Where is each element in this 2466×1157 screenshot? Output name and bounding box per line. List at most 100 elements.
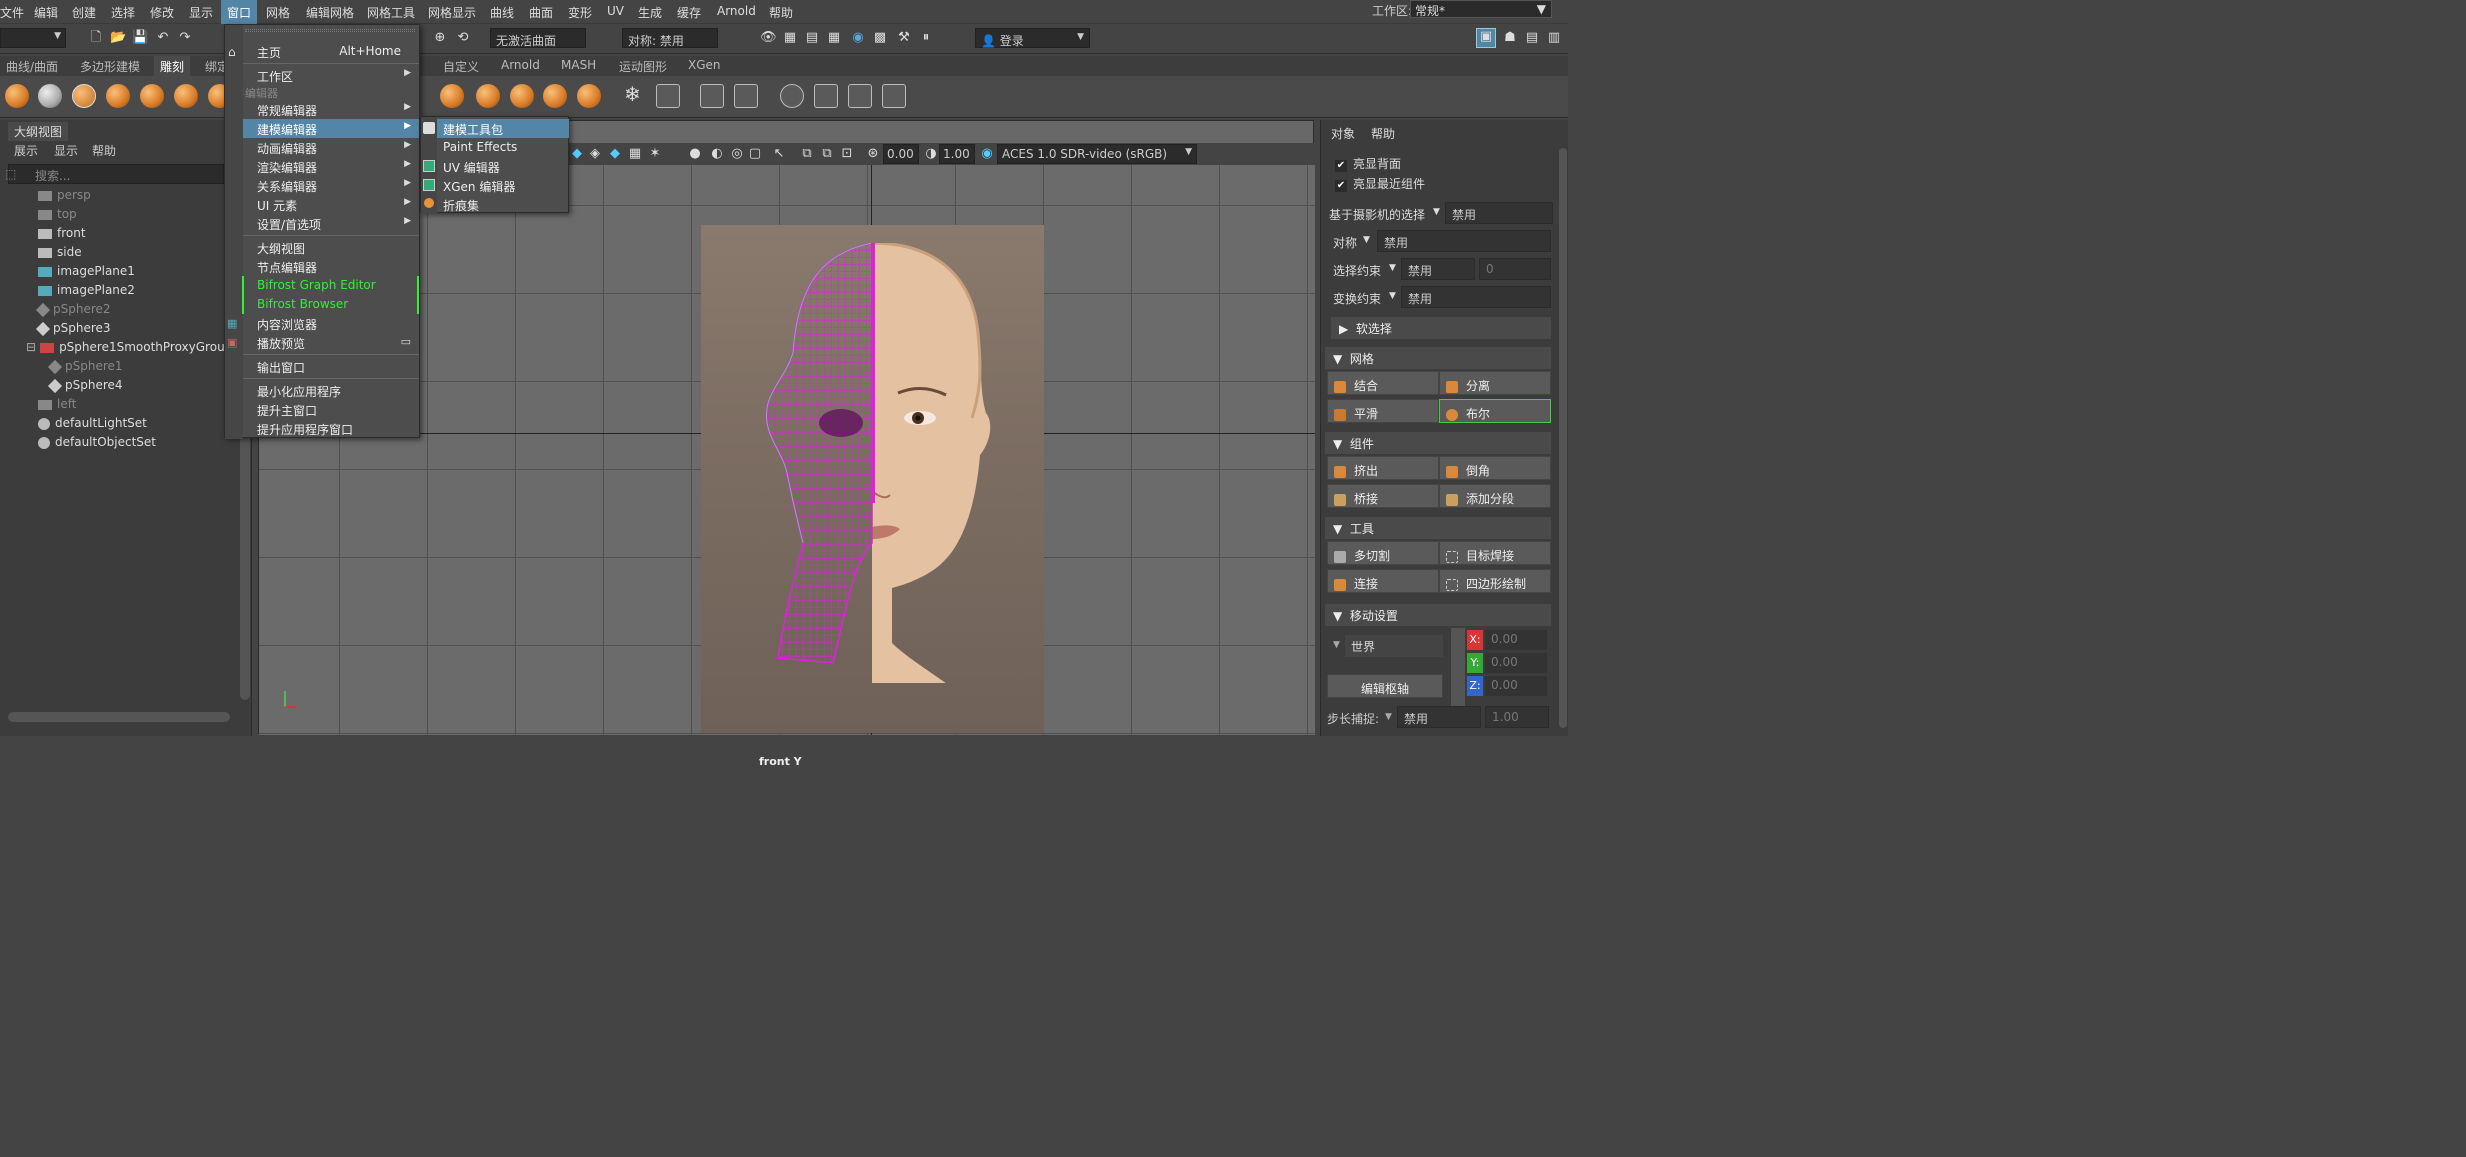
wireframe-shaded-icon[interactable]: ◆ — [569, 146, 585, 162]
login-select[interactable]: 👤 登录 ▼ — [975, 28, 1090, 48]
list-item[interactable]: imagePlane1 — [38, 264, 135, 282]
scrape-tool-icon[interactable] — [510, 84, 534, 108]
submenu-item-paint-effects[interactable]: Paint Effects — [437, 138, 569, 157]
target-weld-button[interactable]: 目标焊接 — [1439, 541, 1551, 565]
nearest-checkbox[interactable]: ✔ 亮显最近组件 — [1335, 175, 1557, 197]
tools-section[interactable]: ▼ 工具 — [1325, 517, 1551, 539]
layers-icon[interactable] — [814, 84, 838, 108]
mode-select[interactable]: ▼ — [0, 28, 66, 48]
list-item[interactable]: side — [38, 245, 82, 263]
shelf-tab-arnold[interactable]: Arnold — [501, 58, 540, 72]
menu-uv[interactable]: UV — [607, 4, 624, 18]
new-scene-icon[interactable]: 🗋 — [88, 30, 104, 46]
menu-item-bifrost-graph-editor[interactable]: Bifrost Graph Editor — [243, 276, 419, 295]
panel-scrollbar[interactable] — [1559, 148, 1567, 728]
sculpt-options-icon[interactable] — [780, 84, 804, 108]
shelf-tab-curves[interactable]: 曲线/曲面 — [6, 58, 58, 75]
backface-checkbox[interactable]: ✔ 亮显背面 — [1335, 155, 1557, 177]
selection-constraint-number[interactable]: 0 — [1479, 258, 1551, 280]
menu-item-general-editors[interactable]: 常规编辑器 ▶ — [243, 100, 419, 119]
menu-item-raise-main[interactable]: 提升主窗口 — [243, 400, 419, 419]
shelf-tab-motion-graphics[interactable]: 运动图形 — [619, 58, 667, 75]
mtk-menu-help[interactable]: 帮助 — [1371, 125, 1395, 142]
menu-item-bifrost-browser[interactable]: Bifrost Browser — [243, 295, 419, 314]
menu-item-modeling-editors[interactable]: 建模编辑器 ▶ — [243, 119, 419, 138]
mask-icon[interactable] — [700, 84, 724, 108]
snap-icon[interactable]: ⊕ — [432, 30, 448, 46]
mtk-menu-object[interactable]: 对象 — [1331, 125, 1355, 142]
film-gate-icon[interactable]: ⧉ — [819, 146, 835, 162]
separate-button[interactable]: 分离 — [1439, 371, 1551, 395]
list-item[interactable]: ⊟ pSphere1SmoothProxyGroup — [26, 340, 232, 358]
menu-item-raise-app[interactable]: 提升应用程序窗口 — [243, 419, 419, 438]
lighting-icon[interactable]: ◆ — [607, 146, 623, 162]
menu-generate[interactable]: 生成 — [638, 4, 662, 21]
menu-edit[interactable]: 编辑 — [34, 4, 58, 21]
connect-button[interactable]: 连接 — [1327, 569, 1439, 593]
wax-tool-icon[interactable] — [476, 84, 500, 108]
bridge-button[interactable]: 桥接 — [1327, 484, 1439, 508]
render-settings-icon[interactable]: ▦ — [826, 30, 842, 46]
option-box-icon[interactable]: ▭ — [401, 335, 411, 348]
selection-constraint-select[interactable]: 禁用 — [1401, 258, 1475, 280]
menu-item-workspaces[interactable]: 工作区 ▶ — [243, 66, 419, 85]
list-item[interactable]: persp — [38, 188, 91, 206]
menu-window[interactable]: 窗口 — [221, 0, 258, 24]
menu-item-outliner[interactable]: 大纲视图 — [243, 238, 419, 257]
fill-tool-icon[interactable] — [543, 84, 567, 108]
menu-curves[interactable]: 曲线 — [490, 4, 514, 21]
exposure-icon[interactable]: ⊛ — [865, 146, 881, 162]
list-item[interactable]: top — [38, 207, 77, 225]
stack-icon[interactable] — [848, 84, 872, 108]
y-value-field[interactable]: 0.00 — [1485, 653, 1547, 673]
channel-box-toggle-icon[interactable]: ▥ — [1546, 30, 1562, 46]
menu-item-content-browser[interactable]: 内容浏览器 — [243, 314, 419, 333]
menu-arnold[interactable]: Arnold — [717, 4, 756, 18]
step-snap-field[interactable]: 1.00 — [1485, 706, 1549, 728]
list-item[interactable]: defaultLightSet — [38, 416, 147, 434]
menu-display[interactable]: 显示 — [189, 4, 213, 21]
shadows-icon[interactable]: ▦ — [627, 146, 643, 162]
modeling-toolkit-toggle-icon[interactable]: ▣ — [1476, 28, 1496, 48]
chevron-down-icon[interactable]: ▼ — [1389, 291, 1396, 301]
collapse-icon[interactable]: ⊟ — [26, 340, 36, 354]
redo-icon[interactable]: ↷ — [177, 30, 193, 46]
save-scene-icon[interactable]: 💾 — [132, 30, 148, 46]
shelf-tab-poly[interactable]: 多边形建模 — [80, 58, 140, 75]
menu-edit-mesh[interactable]: 编辑网格 — [306, 4, 354, 21]
menu-item-settings-prefs[interactable]: 设置/首选项 ▶ — [243, 214, 419, 233]
list-item[interactable]: imagePlane2 — [38, 283, 135, 301]
menu-select[interactable]: 选择 — [111, 4, 135, 21]
step-snap-select[interactable]: 禁用 — [1397, 706, 1481, 728]
render-setup-icon[interactable]: ▩ — [872, 30, 888, 46]
quad-draw-button[interactable]: 四边形绘制 — [1439, 569, 1551, 593]
multicut-button[interactable]: 多切割 — [1327, 541, 1439, 565]
menu-item-output-window[interactable]: 输出窗口 — [243, 357, 419, 376]
motion-blur-icon[interactable]: ◐ — [709, 146, 725, 162]
submenu-item-modeling-toolkit[interactable]: 建模工具包 — [437, 119, 569, 138]
camera-selection-select[interactable]: 禁用 — [1445, 202, 1553, 224]
tear-off-handle[interactable] — [245, 29, 415, 32]
gate-mask-icon[interactable]: ⊡ — [839, 146, 855, 162]
symmetry-select[interactable]: 禁用 — [1377, 230, 1551, 252]
outliner-menu-display[interactable]: 展示 — [14, 142, 38, 159]
aa-icon[interactable]: ◎ — [729, 146, 745, 162]
menu-help[interactable]: 帮助 — [769, 4, 793, 21]
soft-select-section[interactable]: ▶ 软选择 — [1331, 317, 1551, 339]
extrude-button[interactable]: 挤出 — [1327, 456, 1439, 480]
smooth-button[interactable]: 平滑 — [1327, 399, 1439, 423]
menu-item-minimize-app[interactable]: 最小化应用程序 — [243, 381, 419, 400]
menu-mesh-display[interactable]: 网格显示 — [428, 4, 476, 21]
shelf-tab-sculpt[interactable]: 雕刻 — [154, 56, 191, 76]
color-space-select[interactable]: ACES 1.0 SDR-video (sRGB) ▼ — [997, 144, 1197, 164]
chevron-down-icon[interactable]: ▼ — [1385, 712, 1392, 722]
chevron-down-icon[interactable]: ▼ — [1389, 263, 1396, 273]
list-item[interactable]: pSphere3 — [35, 321, 111, 339]
menu-modify[interactable]: 修改 — [150, 4, 174, 21]
boolean-button[interactable]: 布尔 — [1439, 399, 1551, 423]
snap-curve-icon[interactable]: ⟲ — [455, 30, 471, 46]
menu-item-ui-elements[interactable]: UI 元素 ▶ — [243, 195, 419, 214]
image-plane[interactable] — [701, 225, 1044, 733]
menu-item-node-editor[interactable]: 节点编辑器 — [243, 257, 419, 276]
xray-icon[interactable]: ↖ — [771, 146, 787, 162]
